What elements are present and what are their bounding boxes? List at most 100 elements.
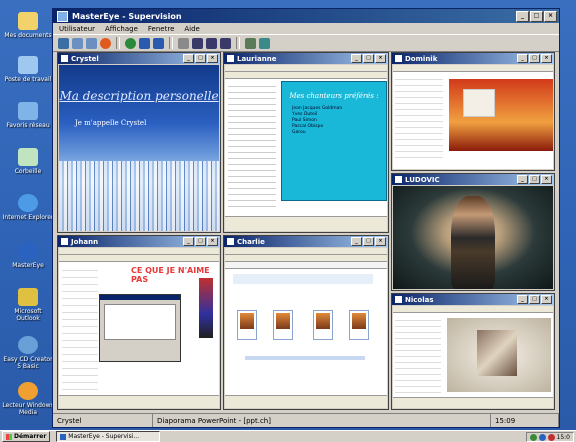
- desktop-icon-mastereye[interactable]: MasterEye: [2, 242, 54, 269]
- maximize-button[interactable]: □: [195, 237, 206, 246]
- clock: 15:0: [556, 433, 570, 441]
- web-header: [233, 274, 373, 284]
- minimize-button[interactable]: _: [351, 54, 362, 63]
- pane-titlebar[interactable]: Dominik _ □ ×: [392, 53, 554, 64]
- minimize-button[interactable]: _: [351, 237, 362, 246]
- maximize-button[interactable]: □: [195, 54, 206, 63]
- forward-icon[interactable]: [153, 37, 164, 49]
- pane-charlie[interactable]: Charlie _ □ ×: [223, 235, 389, 410]
- maximize-button[interactable]: □: [529, 175, 540, 184]
- pane-titlebar[interactable]: Crystel _ □ ×: [58, 53, 220, 64]
- layout1-icon[interactable]: [192, 37, 203, 49]
- desktop-icon-my-computer[interactable]: Poste de travail: [2, 56, 54, 83]
- screen-preview: Mes chanteurs préférés : Jean Jacques Go…: [225, 65, 387, 231]
- desktop-icon-outlook[interactable]: Microsoft Outlook: [2, 288, 54, 322]
- close-button[interactable]: ×: [541, 295, 552, 304]
- close-button[interactable]: ×: [375, 54, 386, 63]
- security-icon[interactable]: [547, 433, 555, 441]
- pane-titlebar[interactable]: Nicolas _ □ ×: [392, 294, 554, 305]
- pane-laurianne[interactable]: Laurianne _ □ × Mes chanteurs préférés : J…: [223, 52, 389, 233]
- maximize-button[interactable]: □: [530, 11, 543, 22]
- desktop-icon-internet-explorer[interactable]: Internet Explorer: [2, 194, 54, 221]
- maximize-button[interactable]: □: [363, 237, 374, 246]
- screen-preview: [393, 65, 553, 169]
- desktop-icon-network[interactable]: Favoris réseau: [2, 102, 54, 129]
- mini-statusbar: [225, 216, 387, 231]
- pane-titlebar[interactable]: Johann _ □ ×: [58, 236, 220, 247]
- folder-icon: [18, 12, 38, 30]
- close-button[interactable]: ×: [207, 237, 218, 246]
- dog-photo: [463, 89, 495, 117]
- pane-johann[interactable]: Johann _ □ × CE QUE JE N'AIME PAS: [57, 235, 221, 410]
- pane-dominik[interactable]: Dominik _ □ ×: [391, 52, 555, 171]
- close-button[interactable]: ×: [375, 237, 386, 246]
- grid-icon[interactable]: [72, 37, 83, 49]
- close-button[interactable]: ×: [541, 175, 552, 184]
- character-figure: [450, 196, 496, 289]
- minimize-button[interactable]: _: [517, 175, 528, 184]
- desktop-icon-label: Poste de travail: [4, 76, 52, 83]
- layout3-icon[interactable]: [220, 37, 231, 49]
- menu-utilisateur[interactable]: Utilisateur: [59, 25, 95, 33]
- back-icon[interactable]: [139, 37, 150, 49]
- refresh-icon[interactable]: [125, 37, 136, 49]
- desktop-icon-recycle-bin[interactable]: Corbeille: [2, 148, 54, 175]
- minimize-button[interactable]: _: [183, 54, 194, 63]
- window-titlebar[interactable]: MasterEye - Supervision _ □ ×: [53, 9, 559, 23]
- statusbar: Crystel Diaporama PowerPoint - [ppt.ch] …: [53, 413, 559, 427]
- slide-preview: Mes chanteurs préférés : Jean Jacques Go…: [281, 81, 387, 201]
- maximize-button[interactable]: □: [529, 295, 540, 304]
- pane-nicolas[interactable]: Nicolas _ □ ×: [391, 293, 555, 410]
- monitor-icon: [61, 238, 68, 245]
- maximize-button[interactable]: □: [363, 54, 374, 63]
- network-icon[interactable]: [259, 37, 270, 49]
- pane-crystel[interactable]: Crystel _ □ × Ma description personelle Je…: [57, 52, 221, 233]
- slide-outline: [395, 315, 441, 395]
- slide-heading: Ma description personelle: [59, 89, 219, 103]
- taskbar-item-mastereye[interactable]: MasterEye - Supervisi...: [56, 431, 161, 442]
- pin-icon[interactable]: [245, 37, 256, 49]
- minimize-button[interactable]: _: [517, 295, 528, 304]
- layout2-icon[interactable]: [206, 37, 217, 49]
- pane-ludovic[interactable]: LUDOVIC _ □ ×: [391, 173, 555, 291]
- desktop-icon-my-documents[interactable]: Mes documents: [2, 12, 54, 39]
- monitor-icon: [227, 55, 234, 62]
- menu-affichage[interactable]: Affichage: [105, 25, 138, 33]
- pane-title: Charlie: [237, 237, 265, 246]
- pane-titlebar[interactable]: Charlie _ □ ×: [224, 236, 388, 247]
- product-thumbnail: [313, 310, 333, 340]
- stop-icon[interactable]: [100, 37, 111, 49]
- slide-preview: [449, 79, 553, 151]
- desktop-icon-easy-cd-creator[interactable]: Easy CD Creator 5 Basic: [2, 336, 54, 370]
- menu-fenetre[interactable]: Fenetre: [148, 25, 174, 33]
- desktop-icon-label: Easy CD Creator 5 Basic: [3, 356, 53, 370]
- menu-aide[interactable]: Aide: [184, 25, 199, 33]
- grid2-icon[interactable]: [86, 37, 97, 49]
- slide-outline: [62, 264, 98, 394]
- app-icon: [57, 10, 68, 22]
- print-icon[interactable]: [178, 37, 189, 49]
- pane-title: Crystel: [71, 54, 99, 63]
- minimize-button[interactable]: _: [517, 54, 528, 63]
- pane-titlebar[interactable]: Laurianne _ □ ×: [224, 53, 388, 64]
- close-button[interactable]: ×: [544, 11, 557, 22]
- save-icon[interactable]: [58, 37, 69, 49]
- pane-titlebar[interactable]: LUDOVIC _ □ ×: [392, 174, 554, 185]
- close-button[interactable]: ×: [207, 54, 218, 63]
- monitor-icon: [395, 296, 402, 303]
- close-button[interactable]: ×: [541, 54, 552, 63]
- desktop-icon-label: Microsoft Outlook: [14, 308, 42, 322]
- eye-icon[interactable]: [538, 433, 546, 441]
- desktop-icon-windows-media[interactable]: Lecteur Windows Media: [2, 382, 54, 416]
- status-app: Diaporama PowerPoint - [ppt.ch]: [153, 414, 491, 427]
- product-thumbnail: [273, 310, 293, 340]
- product-thumbnail: [237, 310, 257, 340]
- minimize-button[interactable]: _: [516, 11, 529, 22]
- maximize-button[interactable]: □: [529, 54, 540, 63]
- start-button[interactable]: Démarrer: [2, 431, 51, 442]
- network-icon[interactable]: [529, 433, 537, 441]
- mini-statusbar: [393, 397, 553, 408]
- desktop-icon-label: Favoris réseau: [6, 122, 50, 129]
- screen-preview: CE QUE JE N'AIME PAS: [59, 248, 219, 408]
- minimize-button[interactable]: _: [183, 237, 194, 246]
